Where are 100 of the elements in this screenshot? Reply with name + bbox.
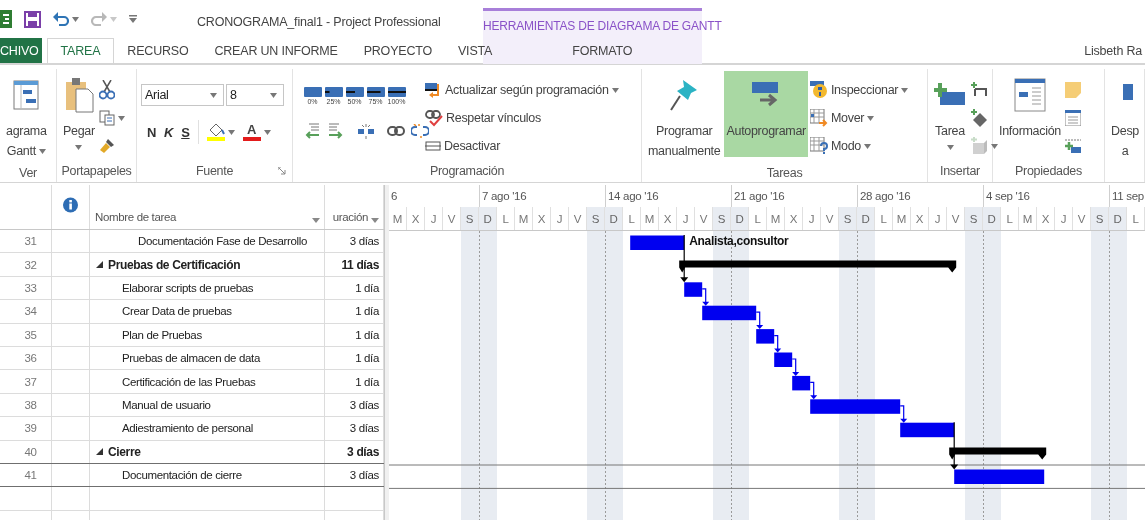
task-name-cell[interactable]: Adiestramiento de personal (90, 417, 325, 440)
duration-cell[interactable]: 1 día (325, 323, 384, 346)
caret-icon (867, 115, 875, 121)
row-number: 39 (0, 417, 52, 440)
duration-cell[interactable]: 11 días (325, 253, 384, 276)
week-label: 4 sep '16 (986, 190, 1030, 202)
ribbon-tab[interactable]: TAREA (46, 38, 115, 63)
user-name[interactable]: Lisbeth Ra (1084, 44, 1142, 58)
filter-caret-icon[interactable] (312, 218, 320, 223)
highlight-color-button[interactable] (206, 123, 235, 141)
day-letter: J (929, 207, 947, 230)
caret-icon (110, 16, 117, 22)
task-name-cell[interactable]: Manual de usuario (90, 393, 325, 417)
task-bar[interactable] (756, 329, 775, 344)
ribbon-button[interactable]: Modo (809, 132, 909, 160)
ribbon-button[interactable]: Desactivar (425, 132, 619, 160)
undo-icon[interactable] (53, 12, 69, 26)
summary-bar[interactable] (949, 447, 1047, 460)
ribbon-tab[interactable]: PROYECTO (350, 38, 445, 63)
ribbon-button[interactable] (303, 123, 321, 139)
duration-cell[interactable]: 3 días (325, 463, 384, 487)
duration-cell[interactable]: 1 día (325, 370, 384, 393)
column-header[interactable]: uración (332, 211, 368, 223)
task-name-cell[interactable]: Documentación de cierre (90, 463, 325, 487)
update-schedule-icon (425, 81, 442, 99)
row-number: 32 (0, 253, 52, 276)
ribbon-button[interactable]: Información (997, 71, 1063, 157)
link-icon (387, 125, 405, 137)
duration-cell[interactable]: 3 días (325, 230, 384, 253)
save-icon[interactable] (24, 10, 41, 28)
ribbon-button[interactable] (411, 124, 429, 138)
task-name-cell[interactable]: Pruebas de almacen de data (90, 346, 325, 370)
ribbon-button[interactable] (327, 123, 345, 139)
task-bar[interactable] (684, 282, 703, 297)
ribbon-button[interactable]: Respetar vínculos (425, 104, 619, 132)
task-name-cell[interactable]: Documentación Fase de Desarrollo (90, 230, 325, 253)
task-bar[interactable] (774, 352, 793, 367)
font-name-field[interactable]: Arial (141, 84, 224, 106)
task-name-cell[interactable]: Certificación de las Pruebas (90, 370, 325, 393)
summary-bar[interactable] (679, 260, 957, 273)
customize-icon[interactable] (129, 15, 137, 23)
ribbon-button[interactable]: Programar manualmente (646, 71, 723, 164)
ribbon-button[interactable]: Pegar (61, 71, 97, 157)
task-bar[interactable] (702, 305, 757, 321)
dependency-arrow (701, 288, 710, 306)
dependency-arrow (680, 234, 689, 283)
font-color-button[interactable]: A (242, 123, 271, 141)
dependency-arrow (899, 405, 908, 423)
task-name-cell[interactable]: Elaborar scripts de pruebas (90, 276, 325, 300)
ribbon-button[interactable]: Inspeccionar (809, 76, 909, 104)
duration-cell[interactable]: 3 días (325, 417, 384, 440)
task-name-cell[interactable]: Crear Data de pruebas (90, 300, 325, 323)
ribbon-button[interactable]: Actualizar según programación (425, 76, 619, 104)
task-name-cell[interactable]: Plan de Pruebas (90, 323, 325, 346)
ribbon-tab[interactable]: CREAR UN INFORME (201, 38, 351, 63)
collapse-triangle-icon[interactable] (96, 448, 103, 456)
caret-icon (946, 144, 954, 150)
day-letter: D (983, 207, 1001, 230)
caret-icon (263, 129, 271, 135)
ribbon-button[interactable]: Mover (809, 104, 909, 132)
ribbon-tab[interactable]: VISTA (445, 38, 506, 63)
ribbon-button[interactable] (387, 125, 405, 137)
task-bar[interactable] (792, 375, 811, 391)
day-letter: M (767, 207, 785, 230)
underline-button[interactable]: S (181, 124, 190, 140)
duration-cell[interactable]: 3 días (325, 393, 384, 417)
task-name-cell[interactable]: Pruebas de Certificación (90, 253, 325, 276)
day-letter: S (839, 207, 857, 230)
file-tab[interactable]: CHIVO (0, 38, 42, 63)
font-size-field[interactable]: 8 (226, 84, 284, 106)
ribbon-button[interactable]: Autoprogramar (724, 71, 808, 157)
task-bar[interactable] (900, 422, 955, 438)
group-label: Insertar (940, 164, 980, 178)
ribbon-button[interactable]: Tarea (932, 71, 968, 157)
duration-cell[interactable]: 3 días (325, 440, 384, 463)
ribbon-tab[interactable]: FORMATO (562, 44, 643, 58)
duration-cell[interactable]: 1 día (325, 346, 384, 370)
day-letter: D (1109, 207, 1127, 230)
ribbon-button[interactable]: Desp a (1109, 71, 1141, 164)
scissors-icon (98, 80, 115, 100)
week-label: 14 ago '16 (608, 190, 659, 202)
duration-cell[interactable]: 1 día (325, 300, 384, 323)
caret-icon (270, 92, 277, 98)
ribbon-tab[interactable]: RECURSO (114, 38, 202, 63)
duration-cell[interactable]: 1 día (325, 276, 384, 300)
add-task-icon (934, 82, 966, 108)
task-name-cell[interactable]: Cierre (90, 440, 325, 463)
italic-button[interactable]: K (164, 124, 174, 140)
bold-button[interactable]: N (147, 124, 157, 140)
collapse-triangle-icon[interactable] (96, 261, 103, 269)
ribbon-button[interactable] (357, 123, 375, 139)
ribbon-button[interactable]: agrama Gantt (4, 71, 49, 164)
task-bar[interactable] (630, 235, 685, 250)
day-letter: L (1001, 207, 1019, 230)
progress-icon (324, 87, 343, 97)
day-letter: J (1055, 207, 1073, 230)
dialog-launcher-icon[interactable] (278, 167, 286, 175)
column-header[interactable]: Nombre de tarea (95, 211, 177, 223)
filter-caret-icon[interactable] (371, 218, 379, 223)
add-milestone-icon (970, 109, 988, 127)
